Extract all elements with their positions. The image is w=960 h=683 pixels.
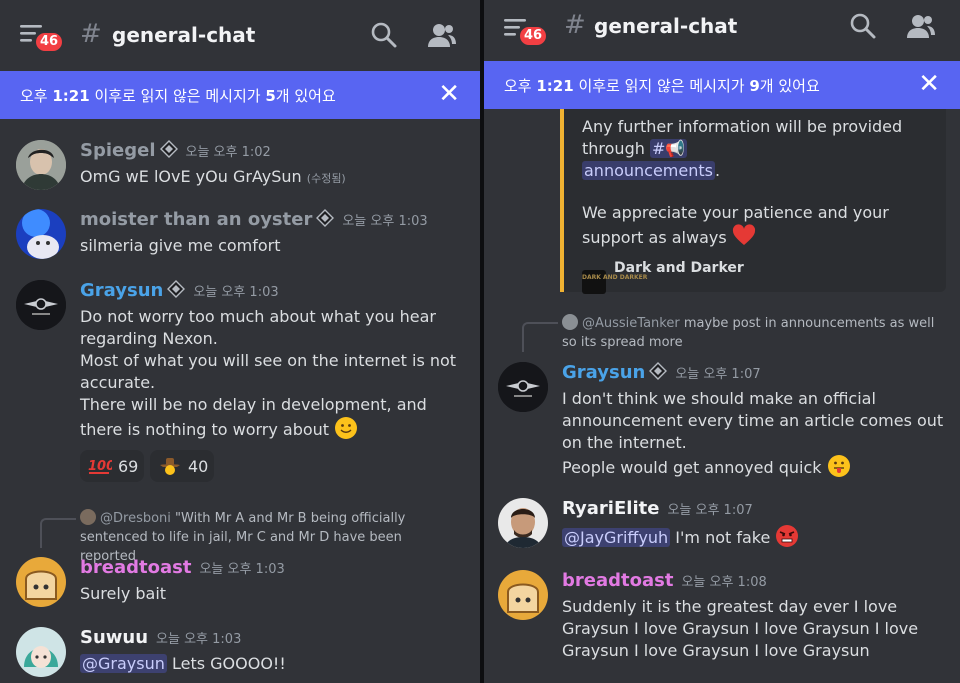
avatar[interactable] [16,557,66,607]
dark-and-darker-logo: DARK AND DARKER [582,270,647,294]
message-content: silmeria give me comfort [80,236,281,255]
timestamp: 오늘 오후 1:02 [185,145,271,160]
close-icon[interactable]: ✕ [438,81,460,107]
username[interactable]: moister than an oyster [80,209,312,230]
message-content: Surely bait [80,584,167,603]
timestamp: 오늘 오후 1:07 [675,367,761,382]
channel-link-hash[interactable]: #📢 [649,139,688,158]
unread-badge: 46 [34,31,65,53]
unread-banner-text: 오후 1:21 이후로 읽지 않은 메시지가 5개 있어요 [20,87,336,105]
message-content: Do not worry too much about what you hea… [80,307,457,439]
message-header: Spiegel 오늘 오후 1:02 [80,140,271,161]
timestamp: 오늘 오후 1:03 [199,562,285,577]
message-content: OmG wE lOvE yOu GrAySun (수정됨) [80,167,346,186]
cowboy-emoji-icon [160,458,180,475]
timestamp: 오늘 오후 1:03 [156,632,242,647]
channel-link-announcements[interactable]: announcements [582,161,715,180]
tongue-out-emoji-icon [827,455,850,477]
message-header: breadtoast 오늘 오후 1:08 [562,570,767,591]
channel-header: 46 # general-chat [484,0,960,60]
avatar[interactable] [16,627,66,677]
diamond-badge-icon [167,280,186,298]
unread-banner-text: 오후 1:21 이후로 읽지 않은 메시지가 9개 있어요 [504,77,820,95]
search-icon[interactable] [849,12,877,40]
hash-icon: # [564,10,586,40]
message: Spiegel 오늘 오후 1:02 OmG wE lOvE yOu GrAySu… [0,140,480,200]
announcement-embed: Any further information will be provided… [560,100,946,294]
channels-menu-button[interactable]: 46 [20,17,65,57]
reaction-100[interactable]: 100 69 [80,450,144,482]
message-content: @Graysun Lets GOOOO!! [80,654,286,673]
avatar[interactable] [498,362,548,412]
message-header: RyariElite 오늘 오후 1:07 [562,498,753,519]
channels-menu-button[interactable]: 46 [504,11,549,51]
diamond-badge-icon [316,209,335,227]
close-icon[interactable]: ✕ [918,71,940,97]
embed-body: Any further information will be provided… [582,117,903,247]
left-chat-panel: 46 # general-chat 오후 1:21 이후로 읽지 않은 메시지가… [0,0,480,683]
username[interactable]: breadtoast [80,557,191,578]
reply-connector [522,322,558,352]
message: Graysun 오늘 오후 1:07 I don't think we shoul… [484,362,960,482]
message-header: moister than an oyster 오늘 오후 1:03 [80,209,428,230]
avatar[interactable] [498,498,548,548]
message: moister than an oyster 오늘 오후 1:03 silmeri… [0,209,480,269]
timestamp: 오늘 오후 1:03 [193,285,279,300]
username[interactable]: Spiegel [80,140,156,161]
username[interactable]: Graysun [80,280,163,301]
username[interactable]: Suwuu [80,627,148,648]
username[interactable]: Graysun [562,362,645,383]
username[interactable]: breadtoast [562,570,673,591]
members-icon[interactable] [428,21,456,49]
message: breadtoast 오늘 오후 1:03 Surely bait [0,557,480,617]
message-header: Graysun 오늘 오후 1:03 [80,280,279,301]
avatar[interactable] [16,280,66,330]
avatar[interactable] [16,140,66,190]
message: Graysun 오늘 오후 1:03 Do not worry too much … [0,280,480,490]
avatar[interactable] [16,209,66,259]
hundred-points-icon: 100 [88,459,112,474]
message-content: I don't think we should make an official… [562,389,944,477]
diamond-badge-icon [159,140,178,158]
username[interactable]: RyariElite [562,498,659,519]
reaction-cowboy[interactable]: 40 [150,450,214,482]
user-mention[interactable]: @Graysun [80,654,167,673]
message-header: Suwuu 오늘 오후 1:03 [80,627,241,648]
message-content: @JayGriffyuh I'm not fake [562,524,944,549]
search-icon[interactable] [370,21,398,49]
message: breadtoast 오늘 오후 1:08 Suddenly it is the … [484,570,960,680]
timestamp: 오늘 오후 1:03 [342,214,428,229]
channel-name: general-chat [594,14,738,38]
unread-badge: 46 [518,25,549,47]
timestamp: 오늘 오후 1:07 [667,503,753,518]
channel-name: general-chat [112,23,256,47]
message-content: Suddenly it is the greatest day ever I l… [562,597,919,660]
avatar[interactable] [498,570,548,620]
edited-label: (수정됨) [306,172,346,185]
reply-avatar [562,314,578,330]
hash-icon: # [80,19,102,49]
message-header: breadtoast 오늘 오후 1:03 [80,557,285,578]
diamond-badge-icon [649,362,668,380]
svg-text:100: 100 [88,459,112,474]
reply-avatar [80,509,96,525]
right-chat-panel: Any further information will be provided… [484,0,960,683]
unread-banner[interactable]: 오후 1:21 이후로 읽지 않은 메시지가 5개 있어요 ✕ [0,71,480,119]
message: RyariElite 오늘 오후 1:07 @JayGriffyuh I'm no… [484,498,960,558]
channel-header: 46 # general-chat [0,0,480,70]
embed-footer: DARK AND DARKERDark and Darker [582,260,744,294]
reply-connector [40,518,76,548]
red-heart-emoji-icon [732,224,755,245]
members-icon[interactable] [907,12,935,40]
reply-preview[interactable]: @AussieTanker maybe post in announcement… [562,314,942,352]
user-mention[interactable]: @JayGriffyuh [562,528,671,547]
angry-face-emoji-icon [776,525,799,547]
unread-banner[interactable]: 오후 1:21 이후로 읽지 않은 메시지가 9개 있어요 ✕ [484,61,960,109]
timestamp: 오늘 오후 1:08 [681,575,767,590]
message-header: Graysun 오늘 오후 1:07 [562,362,761,383]
slight-smile-emoji-icon [335,417,358,439]
message: Suwuu 오늘 오후 1:03 @Graysun Lets GOOOO!! [0,627,480,683]
